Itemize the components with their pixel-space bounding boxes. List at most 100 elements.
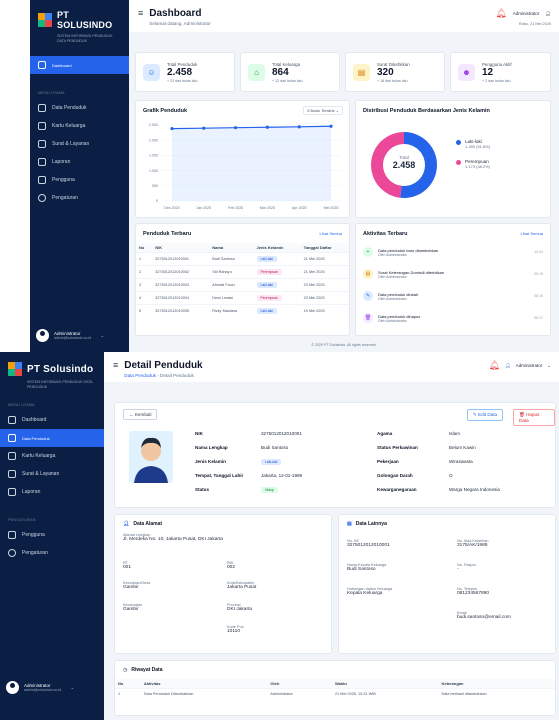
donut-center-value: 2.458: [392, 160, 416, 170]
y-tick-label: 1.500: [149, 154, 158, 158]
field-kodepos: Kode Pos 10110: [227, 625, 243, 634]
sidebar-item-label: Pengguna: [22, 532, 45, 538]
user-profile[interactable]: Administrator admin@solusindo.co.id ⌄: [36, 329, 104, 342]
sidebar-item-pengguna[interactable]: Pengguna: [30, 171, 129, 189]
brand-name: PT Solusindo: [27, 363, 94, 375]
column-header: Nama: [209, 243, 254, 253]
sidebar-item-surat[interactable]: Surat & Layanan: [0, 465, 104, 483]
activity-item[interactable]: ▤ Surat Keterangan Domisili diterbitkan Ol…: [356, 263, 550, 285]
stat-card-pengguna: ☻ Pengguna Aktif 12 + 2 dari bulan lalu: [450, 52, 551, 92]
lihat-semua-link[interactable]: Lihat Semua: [320, 231, 342, 236]
legend-value: 1.285 (51.8%): [465, 144, 491, 149]
sidebar-item-kk[interactable]: Kartu Keluarga: [0, 447, 104, 465]
field-label: Status Perkawinan: [377, 445, 418, 450]
section-title: Data Alamat: [133, 521, 163, 527]
sidebar-item-surat[interactable]: Surat & Layanan: [30, 135, 129, 153]
sidebar-item-laporan[interactable]: Laporan: [30, 153, 129, 171]
bell-icon[interactable]: 🔔︎: [489, 360, 500, 371]
user-menu[interactable]: Administrator: [516, 363, 543, 368]
stat-value: 864: [272, 66, 289, 78]
table-cell: 21 Mei 2025: [300, 252, 349, 266]
delete-button[interactable]: 🗑︎ Hapus Data: [513, 409, 555, 426]
sidebar-item-dashboard[interactable]: Dashboard: [30, 56, 129, 74]
legend-dot: [456, 160, 461, 165]
card-icon: [38, 122, 46, 130]
chevron-down-icon[interactable]: ⌄: [547, 363, 551, 369]
field-value: 001: [123, 565, 132, 570]
sidebar-item-pengaturan[interactable]: Pengaturan: [0, 544, 104, 562]
field-value: 081234567890: [457, 591, 490, 596]
activity-item[interactable]: + Data penduduk baru ditambahkan Oleh Admi…: [356, 241, 550, 263]
table-row[interactable]: 4 3275012012010004 Dewi Lestari Perempuan 20…: [136, 291, 349, 305]
field-value: Kepala Keluarga: [347, 591, 383, 596]
data-point: [170, 127, 174, 131]
table-cell: Laki-laki: [253, 252, 301, 266]
field-kecamatan: Kecamatan Gambir: [123, 603, 142, 612]
sidebar-item-laporan[interactable]: Laporan: [0, 483, 104, 501]
avatar-icon[interactable]: 👤︎: [505, 363, 511, 369]
activity-by: Oleh Administrator: [378, 274, 407, 279]
sidebar-item-label: Surat & Layanan: [52, 141, 90, 147]
table-row[interactable]: 1 3275012012010001 Budi Santoso Laki-laki 21…: [136, 252, 349, 266]
sidebar-item-pengaturan[interactable]: Pengaturan: [30, 189, 129, 207]
back-button[interactable]: ← Kembali: [123, 409, 158, 420]
period-select-value: 6 Bulan Terakhir: [307, 109, 335, 113]
users-icon: [38, 104, 46, 112]
user-profile[interactable]: Administrator admin@solusindo.co.id ⌄: [6, 681, 74, 694]
lihat-semua-link[interactable]: Lihat Semua: [521, 231, 543, 236]
activity-item[interactable]: ✎ Data penduduk diubah Oleh Administrator 0…: [356, 285, 550, 307]
sidebar-item-penduduk[interactable]: Data Penduduk: [30, 99, 129, 117]
sidebar-item-penduduk[interactable]: Data Penduduk: [0, 429, 104, 447]
stat-label: Surat Diterbitkan: [377, 61, 410, 67]
dashboard-screen: PT SOLUSINDO SISTEM INFORMASI PENDUDUK D…: [30, 0, 559, 352]
status-badge: Hidup: [261, 487, 278, 493]
sidebar-item-pengguna[interactable]: Pengguna: [0, 526, 104, 544]
stat-card-penduduk: ☺ Total Penduduk 2.458 + 23 dari bulan lal…: [135, 52, 235, 92]
field-value: Wiraswasta: [449, 459, 473, 464]
bell-icon[interactable]: 🔔︎: [495, 8, 506, 19]
table-row[interactable]: 3 3275012012010003 Ahmad Fauzi Laki-laki 20 …: [136, 278, 349, 292]
data-point: [202, 126, 206, 130]
user-menu[interactable]: Administrator: [513, 11, 540, 16]
field-value: O: [449, 473, 453, 478]
activity-time: 09:15: [534, 272, 543, 276]
x-tick-label: Des 2024: [164, 206, 179, 210]
series-area: [172, 126, 331, 201]
field-value: 3275012012010001: [347, 543, 390, 548]
menu-toggle-icon[interactable]: ≡: [138, 8, 143, 18]
field-kabupaten: Kota/Kabupaten Jakarta Pusat: [227, 581, 256, 590]
sidebar: PT SOLUSINDO SISTEM INFORMASI PENDUDUK D…: [30, 0, 129, 352]
sidebar-item-kk[interactable]: Kartu Keluarga: [30, 117, 129, 135]
user-icon: [38, 176, 46, 184]
current-date: Rabu, 21 Mei 2025: [518, 22, 551, 26]
avatar-icon[interactable]: 👤︎: [545, 11, 551, 17]
table-cell: 3275012012010001: [152, 252, 210, 266]
field-label: Status: [195, 487, 210, 492]
table-row[interactable]: 2 3275012012010002 Siti Rahayu Perempuan 21 …: [136, 265, 349, 279]
breadcrumb-link[interactable]: Data Penduduk: [124, 373, 156, 378]
field-value: 10110: [227, 629, 240, 634]
x-tick-label: Feb 2025: [228, 206, 243, 210]
sidebar-item-dashboard[interactable]: Dashboard: [0, 411, 104, 429]
table-cell: Rizky Maulana: [209, 304, 254, 317]
table-cell: 1: [115, 688, 141, 699]
chevron-down-icon: ⌄: [70, 684, 75, 691]
aktivitas-card: Aktivitas Terbaru Lihat Semua + Data pend…: [355, 223, 551, 336]
period-select[interactable]: 6 Bulan Terakhir ⌄: [303, 106, 343, 115]
stat-value: 320: [377, 66, 394, 78]
field-value: Budi Santoso: [261, 445, 289, 450]
menu-toggle-icon[interactable]: ≡: [113, 360, 118, 370]
profile-card: ← Kembali ✎ Edit Data 🗑︎ Hapus Data NIK 3…: [114, 402, 556, 508]
card-title: Penduduk Terbaru: [143, 231, 192, 237]
alamat-card: 👤︎ Data Alamat Alamat Lengkap Jl. Merdeka …: [114, 514, 332, 654]
donut-legend: Laki-laki 1.285 (51.8%) Perempuan 1.173 (4…: [456, 139, 490, 169]
field-value: -: [457, 567, 459, 572]
column-header: Oleh: [267, 679, 333, 689]
table-row[interactable]: 5 3275012012010005 Rizky Maulana Laki-laki 1…: [136, 304, 349, 317]
main-content: ≡ Dashboard Selamat datang, Administrator…: [129, 0, 559, 352]
edit-button[interactable]: ✎ Edit Data: [467, 409, 504, 421]
gender-badge: Laki-laki: [256, 256, 277, 262]
lainnya-title: ▤ Data Lainnya: [339, 515, 555, 533]
page-title: Dashboard: [149, 8, 202, 19]
activity-item[interactable]: 🗑︎ Data penduduk dihapus Oleh Administrato…: [356, 307, 550, 329]
